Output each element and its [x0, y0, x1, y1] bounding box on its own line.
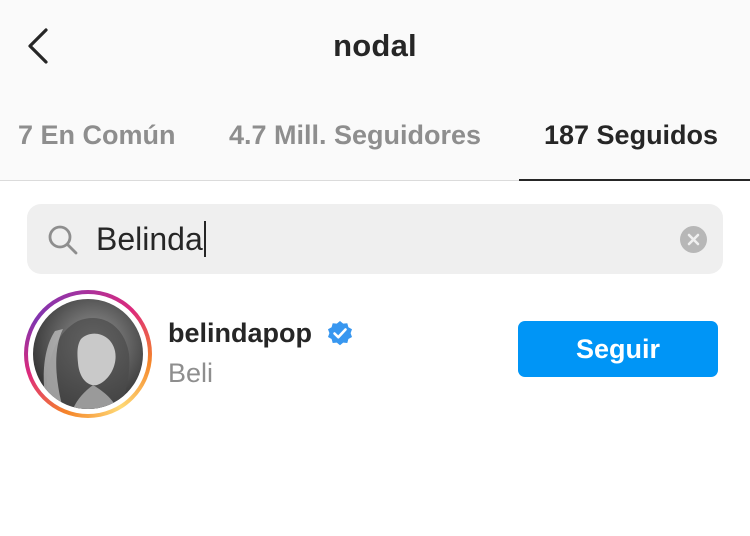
tab-following[interactable]: 187 Seguidos [544, 120, 718, 151]
search-icon [48, 225, 78, 255]
active-tab-indicator [519, 179, 750, 181]
avatar-photo [43, 317, 130, 409]
search-field[interactable]: Belinda [96, 220, 206, 258]
list-item[interactable]: belindapop Beli Seguir [0, 286, 750, 420]
avatar [33, 299, 143, 409]
page-title: nodal [333, 28, 417, 63]
verified-badge-icon [328, 321, 352, 346]
clear-icon[interactable] [680, 226, 707, 253]
full-name: Beli [168, 358, 214, 388]
following-list-screen: nodal 7 En Común 4.7 Mill. Seguidores 18… [0, 0, 750, 536]
username[interactable]: belindapop [168, 318, 312, 349]
follow-button[interactable]: Seguir [518, 321, 718, 377]
search-input[interactable]: Belinda [27, 204, 723, 274]
search-value: Belinda [96, 221, 203, 257]
text-cursor [203, 221, 206, 257]
story-ring[interactable] [24, 290, 152, 418]
tab-followers[interactable]: 4.7 Mill. Seguidores [229, 120, 481, 151]
tab-in-common[interactable]: 7 En Común [18, 120, 176, 151]
header-region: nodal 7 En Común 4.7 Mill. Seguidores 18… [0, 0, 750, 181]
